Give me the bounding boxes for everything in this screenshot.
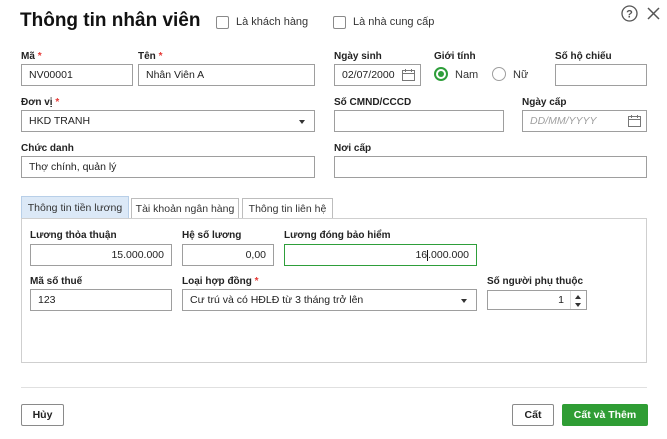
passport-input[interactable] — [555, 64, 647, 86]
close-icon[interactable] — [646, 6, 661, 21]
chevron-down-icon — [461, 299, 467, 303]
dialog-title: Thông tin nhân viên — [20, 10, 201, 31]
dob-label: Ngày sinh — [334, 51, 382, 62]
calendar-icon[interactable] — [402, 69, 415, 81]
calendar-icon[interactable] — [628, 115, 641, 127]
is-customer-label: Là khách hàng — [236, 16, 309, 28]
insurance-salary-value-start: 16 — [415, 249, 428, 261]
agreed-salary-label: Lương thỏa thuận — [30, 230, 117, 241]
contract-type-select[interactable]: Cư trú và có HĐLĐ từ 3 tháng trở lên — [182, 289, 477, 311]
coefficient-input[interactable]: 0,00 — [182, 244, 274, 266]
gender-label: Giới tính — [434, 51, 476, 62]
position-label: Chức danh — [21, 143, 74, 154]
gender-male-label: Nam — [455, 69, 479, 81]
save-and-add-button[interactable]: Cất và Thêm — [562, 404, 648, 426]
gender-male-radio[interactable] — [434, 67, 448, 81]
issue-date-placeholder: DD/MM/YYYY — [530, 115, 597, 127]
insurance-salary-label: Lương đóng bảo hiểm — [284, 230, 391, 241]
id-number-input[interactable] — [334, 110, 504, 132]
chevron-up-icon[interactable] — [575, 295, 581, 299]
position-input[interactable]: Thợ chính, quản lý — [21, 156, 315, 178]
issue-place-label: Nơi cấp — [334, 143, 372, 154]
dependents-label: Số người phụ thuộc — [487, 276, 584, 287]
dob-value: 02/07/2000 — [342, 69, 395, 81]
issue-date-label: Ngày cấp — [522, 97, 567, 108]
passport-label: Số hộ chiếu — [555, 51, 612, 62]
tax-code-label: Mã số thuế — [30, 276, 83, 287]
stepper-buttons[interactable] — [570, 291, 586, 309]
contract-type-label: Loại hợp đồng * — [182, 276, 259, 287]
is-supplier-label: Là nhà cung cấp — [353, 16, 435, 28]
gender-female-radio[interactable] — [492, 67, 506, 81]
chevron-down-icon[interactable] — [575, 303, 581, 307]
chevron-down-icon — [299, 120, 305, 124]
name-input[interactable]: Nhân Viên A — [138, 64, 315, 86]
issue-date-input[interactable]: DD/MM/YYYY — [522, 110, 647, 132]
gender-female-label: Nữ — [513, 69, 529, 81]
save-button[interactable]: Cất — [512, 404, 554, 426]
id-number-label: Số CMND/CCCD — [334, 97, 412, 108]
name-label: Tên * — [138, 51, 163, 62]
unit-label: Đơn vị * — [21, 97, 60, 108]
is-customer-checkbox[interactable] — [216, 16, 229, 29]
help-icon[interactable]: ? — [621, 5, 638, 22]
dob-input[interactable]: 02/07/2000 — [334, 64, 421, 86]
tab-salary-info[interactable]: Thông tin tiền lương — [21, 196, 129, 218]
code-input[interactable]: NV00001 — [21, 64, 133, 86]
tab-contact-info[interactable]: Thông tin liên hệ — [242, 198, 333, 218]
unit-value: HKD TRANH — [29, 115, 91, 127]
is-supplier-checkbox[interactable] — [333, 16, 346, 29]
svg-text:?: ? — [626, 9, 633, 21]
code-label: Mã * — [21, 51, 42, 62]
dependents-value: 1 — [558, 294, 564, 306]
agreed-salary-input[interactable]: 15.000.000 — [30, 244, 172, 266]
insurance-salary-input[interactable]: 16.000.000 — [284, 244, 477, 266]
footer-divider — [21, 387, 647, 388]
dependents-stepper[interactable]: 1 — [487, 290, 587, 310]
coefficient-label: Hệ số lương — [182, 230, 242, 241]
cancel-button[interactable]: Hủy — [21, 404, 64, 426]
tax-code-input[interactable]: 123 — [30, 289, 172, 311]
insurance-salary-value-end: .000.000 — [428, 249, 469, 261]
contract-type-value: Cư trú và có HĐLĐ từ 3 tháng trở lên — [190, 294, 364, 306]
tab-bank-account[interactable]: Tài khoản ngân hàng — [131, 198, 239, 218]
issue-place-input[interactable] — [334, 156, 647, 178]
unit-select[interactable]: HKD TRANH — [21, 110, 315, 132]
